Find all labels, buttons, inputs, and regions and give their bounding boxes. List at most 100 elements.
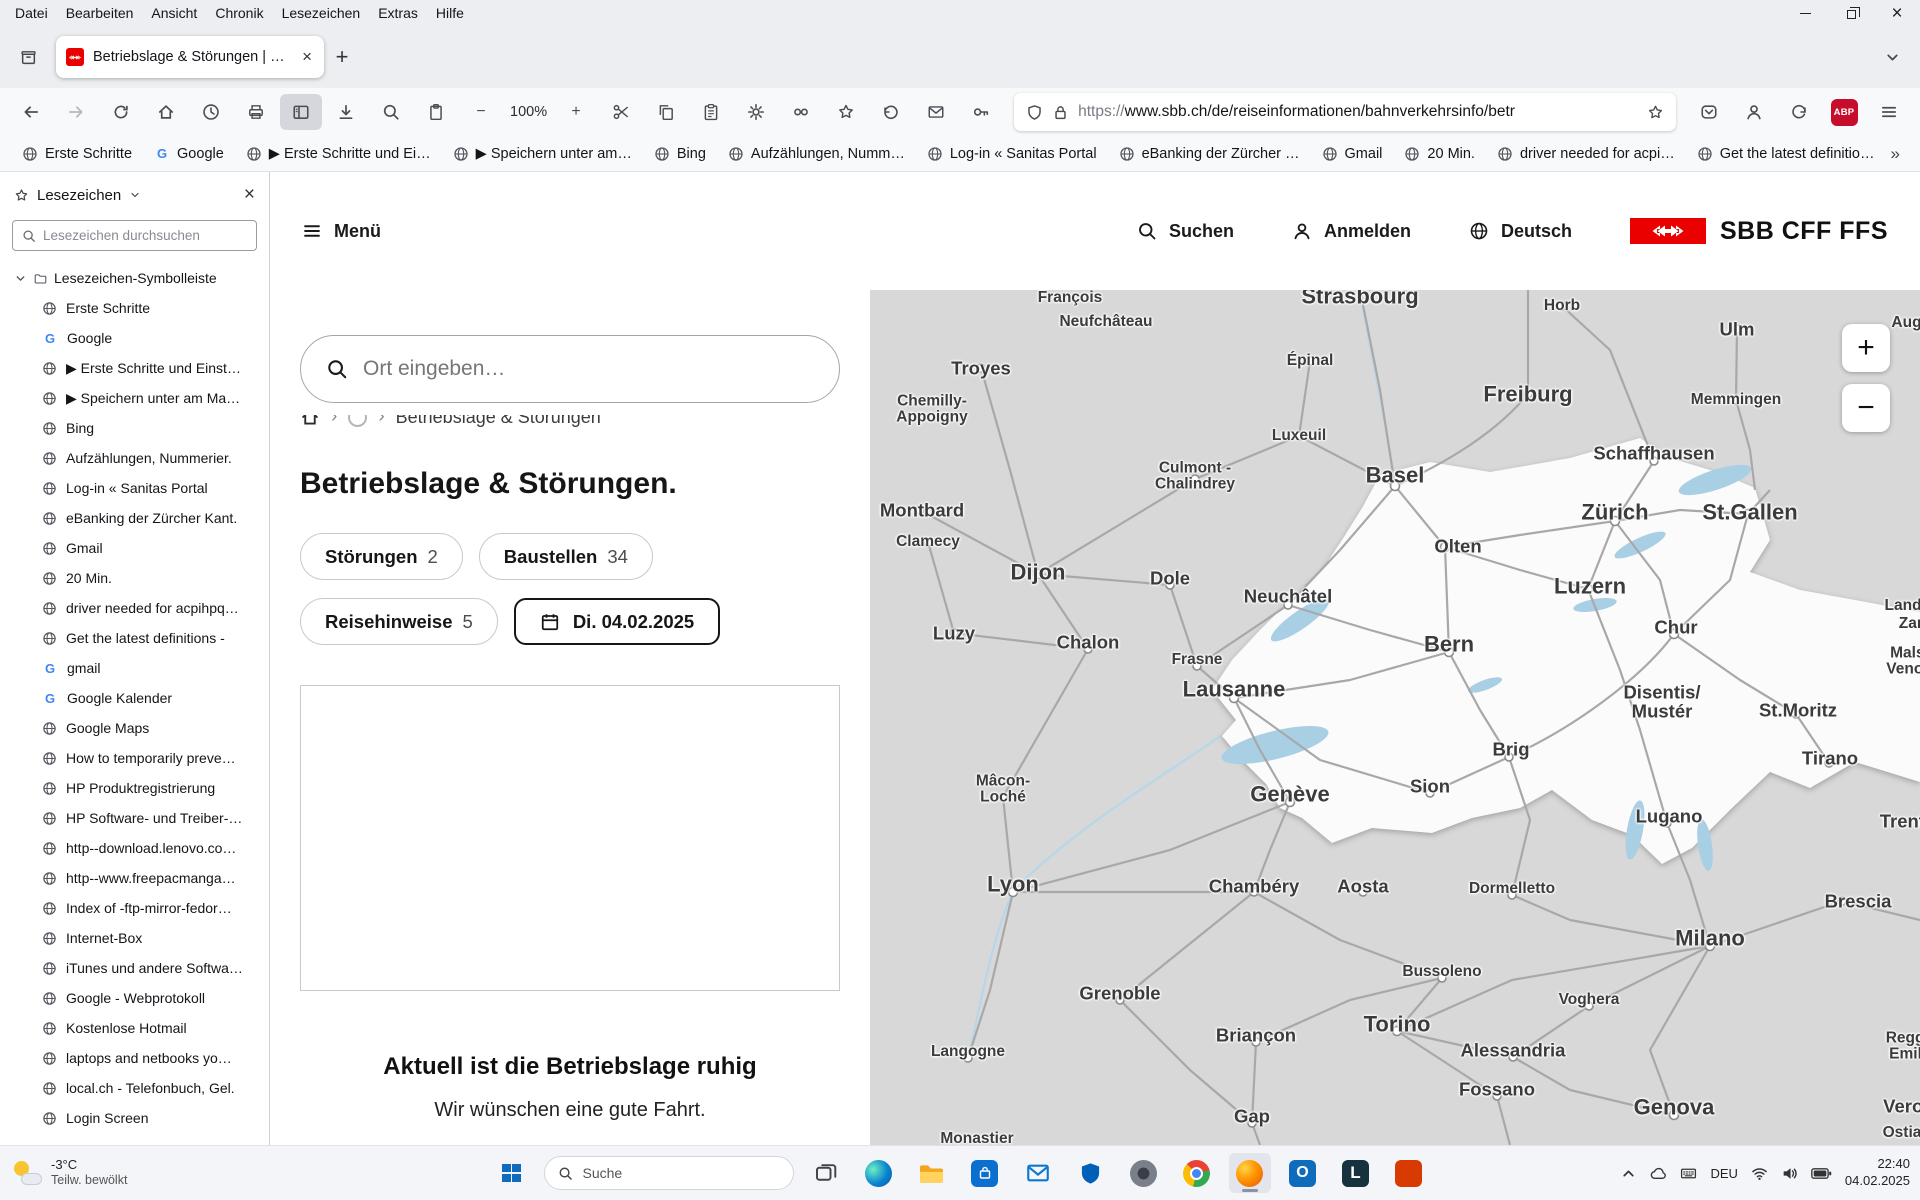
bookmark-erste-schritte[interactable]: Erste Schritte bbox=[14, 142, 140, 166]
adblock-plus-button[interactable]: ABP bbox=[1823, 94, 1865, 130]
taskbar-mail-button[interactable] bbox=[1017, 1153, 1059, 1193]
sidebar-close-button[interactable]: × bbox=[244, 184, 255, 206]
sync-button[interactable] bbox=[1778, 94, 1820, 130]
sidebar-root-folder[interactable]: Lesezeichen-Symbolleiste bbox=[0, 263, 269, 293]
tab-betriebslage[interactable]: Betriebslage & Störungen | SBB × bbox=[56, 36, 324, 78]
bookmark-bing[interactable]: Bing bbox=[646, 142, 714, 166]
sidebar-bookmark-http-www-freepacmanga[interactable]: http--www.freepacmanga… bbox=[0, 863, 269, 893]
bookmark-log-in-sanitas-portal[interactable]: Log-in « Sanitas Portal bbox=[919, 142, 1105, 166]
sidebar-toggle-button[interactable] bbox=[280, 94, 322, 130]
new-tab-button[interactable]: + bbox=[324, 39, 360, 75]
window-close-button[interactable]: × bbox=[1874, 0, 1920, 26]
url-bar[interactable]: https://www.sbb.ch/de/reiseinformationen… bbox=[1014, 93, 1676, 131]
location-search-input[interactable] bbox=[363, 357, 814, 381]
zoom-level-indicator[interactable]: 100% bbox=[505, 104, 552, 120]
sidebar-bookmark-local-ch-telefonbuch-gel[interactable]: local.ch - Telefonbuch, Gel. bbox=[0, 1073, 269, 1103]
sidebar-bookmark-google-webprotokoll[interactable]: Google - Webprotokoll bbox=[0, 983, 269, 1013]
language-indicator[interactable]: DEU bbox=[1710, 1166, 1737, 1181]
bookmark-get-the-latest-definitio[interactable]: Get the latest definitio… bbox=[1689, 142, 1881, 166]
menubar-item-ansicht[interactable]: Ansicht bbox=[142, 2, 206, 24]
firefox-view-button[interactable] bbox=[10, 39, 46, 75]
bookmark-speichern-unter-am[interactable]: ▶ Speichern unter am… bbox=[445, 142, 640, 166]
bookmark-gmail[interactable]: Gmail bbox=[1314, 142, 1391, 166]
chip-reisehinweise[interactable]: Reisehinweise 5 bbox=[300, 598, 498, 645]
url-text[interactable]: https://www.sbb.ch/de/reiseinformationen… bbox=[1078, 103, 1638, 121]
bookmark-20-min[interactable]: 20 Min. bbox=[1396, 142, 1483, 166]
sidebar-bookmark-get-the-latest-definitions[interactable]: Get the latest definitions - bbox=[0, 623, 269, 653]
bookmark-erste-schritte-und-ei[interactable]: ▶ Erste Schritte und Ei… bbox=[238, 142, 439, 166]
sidebar-bookmark-google[interactable]: GGoogle bbox=[0, 323, 269, 353]
bookmark-google[interactable]: GGoogle bbox=[146, 142, 232, 166]
taskbar-camera-button[interactable] bbox=[1123, 1153, 1165, 1193]
bookmark-aufzählungen-numm[interactable]: Aufzählungen, Numm… bbox=[720, 142, 913, 166]
tray-chevron-up-icon[interactable] bbox=[1620, 1165, 1637, 1182]
bookmark-star-icon[interactable] bbox=[1647, 104, 1664, 121]
sidebar-bookmark-gmail[interactable]: Gmail bbox=[0, 533, 269, 563]
menubar-item-bearbeiten[interactable]: Bearbeiten bbox=[57, 2, 143, 24]
save-page-button[interactable] bbox=[325, 94, 367, 130]
home-icon[interactable] bbox=[300, 415, 320, 427]
bookmarks-overflow-button[interactable]: » bbox=[1885, 144, 1906, 164]
taskbar-search-input[interactable] bbox=[583, 1165, 780, 1181]
passwords-button[interactable] bbox=[960, 94, 1002, 130]
sidebar-bookmark-google-kalender[interactable]: GGoogle Kalender bbox=[0, 683, 269, 713]
twisty-chevron-icon[interactable] bbox=[14, 272, 27, 285]
app-menu-button[interactable] bbox=[1868, 94, 1910, 130]
list-all-tabs-button[interactable] bbox=[1874, 39, 1910, 75]
sidebar-bookmark-itunes-und-andere-softwa[interactable]: iTunes und andere Softwa… bbox=[0, 953, 269, 983]
taskbar-file-explorer-button[interactable] bbox=[911, 1153, 953, 1193]
taskbar-app-button[interactable] bbox=[1388, 1153, 1430, 1193]
forward-button[interactable] bbox=[55, 94, 97, 130]
sidebar-bookmark-kostenlose-hotmail[interactable]: Kostenlose Hotmail bbox=[0, 1013, 269, 1043]
menubar-item-extras[interactable]: Extras bbox=[369, 2, 427, 24]
clipboard-button[interactable] bbox=[415, 94, 457, 130]
history-button[interactable] bbox=[190, 94, 232, 130]
sbb-login-button[interactable]: Anmelden bbox=[1292, 221, 1411, 242]
sidebar-bookmark-erste-schritte[interactable]: Erste Schritte bbox=[0, 293, 269, 323]
sidebar-search[interactable] bbox=[12, 220, 257, 251]
sidebar-bookmark-gmail[interactable]: Ggmail bbox=[0, 653, 269, 683]
taskbar-defender-button[interactable] bbox=[1070, 1153, 1112, 1193]
touch-keyboard-icon[interactable] bbox=[1680, 1165, 1697, 1182]
tracking-protection-shield-icon[interactable] bbox=[1026, 104, 1043, 121]
sbb-language-button[interactable]: Deutsch bbox=[1469, 221, 1572, 242]
print-button[interactable] bbox=[235, 94, 277, 130]
chevron-down-icon[interactable] bbox=[129, 189, 141, 201]
zoom-out-button[interactable]: − bbox=[460, 94, 502, 130]
zoom-in-button[interactable]: + bbox=[555, 94, 597, 130]
email-link-button[interactable] bbox=[915, 94, 957, 130]
menubar-item-hilfe[interactable]: Hilfe bbox=[427, 2, 473, 24]
cut-button[interactable] bbox=[600, 94, 642, 130]
bookmark-driver-needed-for-acpi[interactable]: driver needed for acpi… bbox=[1489, 142, 1683, 166]
account-button[interactable] bbox=[1733, 94, 1775, 130]
map-zoom-in-button[interactable]: + bbox=[1842, 324, 1890, 372]
start-button[interactable] bbox=[491, 1153, 533, 1193]
taskbar-edge-button[interactable] bbox=[858, 1153, 900, 1193]
sidebar-bookmark-hp-produktregistrierung[interactable]: HP Produktregistrierung bbox=[0, 773, 269, 803]
sbb-menu-button[interactable]: Menü bbox=[302, 221, 381, 242]
taskbar-search[interactable] bbox=[544, 1156, 794, 1190]
sidebar-bookmark-internet-box[interactable]: Internet-Box bbox=[0, 923, 269, 953]
bookmark-ebanking-der-zürcher[interactable]: eBanking der Zürcher … bbox=[1111, 142, 1308, 166]
volume-icon[interactable] bbox=[1781, 1165, 1798, 1182]
sidebar-search-input[interactable] bbox=[43, 228, 247, 243]
menubar-item-lesezeichen[interactable]: Lesezeichen bbox=[273, 2, 370, 24]
home-button[interactable] bbox=[145, 94, 187, 130]
settings-button[interactable] bbox=[735, 94, 777, 130]
bookmark-page-button[interactable] bbox=[825, 94, 867, 130]
chip-baustellen[interactable]: Baustellen 34 bbox=[479, 533, 653, 580]
sidebar-bookmark-laptops-and-netbooks-yo[interactable]: laptops and netbooks yo… bbox=[0, 1043, 269, 1073]
location-search[interactable] bbox=[300, 335, 840, 403]
sidebar-bookmark-erste-schritte-und-einst[interactable]: ▶ Erste Schritte und Einst… bbox=[0, 353, 269, 383]
chip-stoerungen[interactable]: Störungen 2 bbox=[300, 533, 463, 580]
sidebar-bookmark-index-of-ftp-mirror-fedor[interactable]: Index of -ftp-mirror-fedor… bbox=[0, 893, 269, 923]
back-button[interactable] bbox=[10, 94, 52, 130]
sidebar-bookmark-google-maps[interactable]: Google Maps bbox=[0, 713, 269, 743]
restore-session-button[interactable] bbox=[870, 94, 912, 130]
menubar-item-datei[interactable]: Datei bbox=[6, 2, 57, 24]
sidebar-bookmark-http-download-lenovo-co[interactable]: http--download.lenovo.co… bbox=[0, 833, 269, 863]
reload-button[interactable] bbox=[100, 94, 142, 130]
sbb-search-button[interactable]: Suchen bbox=[1137, 221, 1234, 242]
network-map[interactable]: StrasbourgFrançoisNeufchâteauHorbUlmAugs… bbox=[870, 290, 1920, 1145]
menubar-item-chronik[interactable]: Chronik bbox=[206, 2, 272, 24]
